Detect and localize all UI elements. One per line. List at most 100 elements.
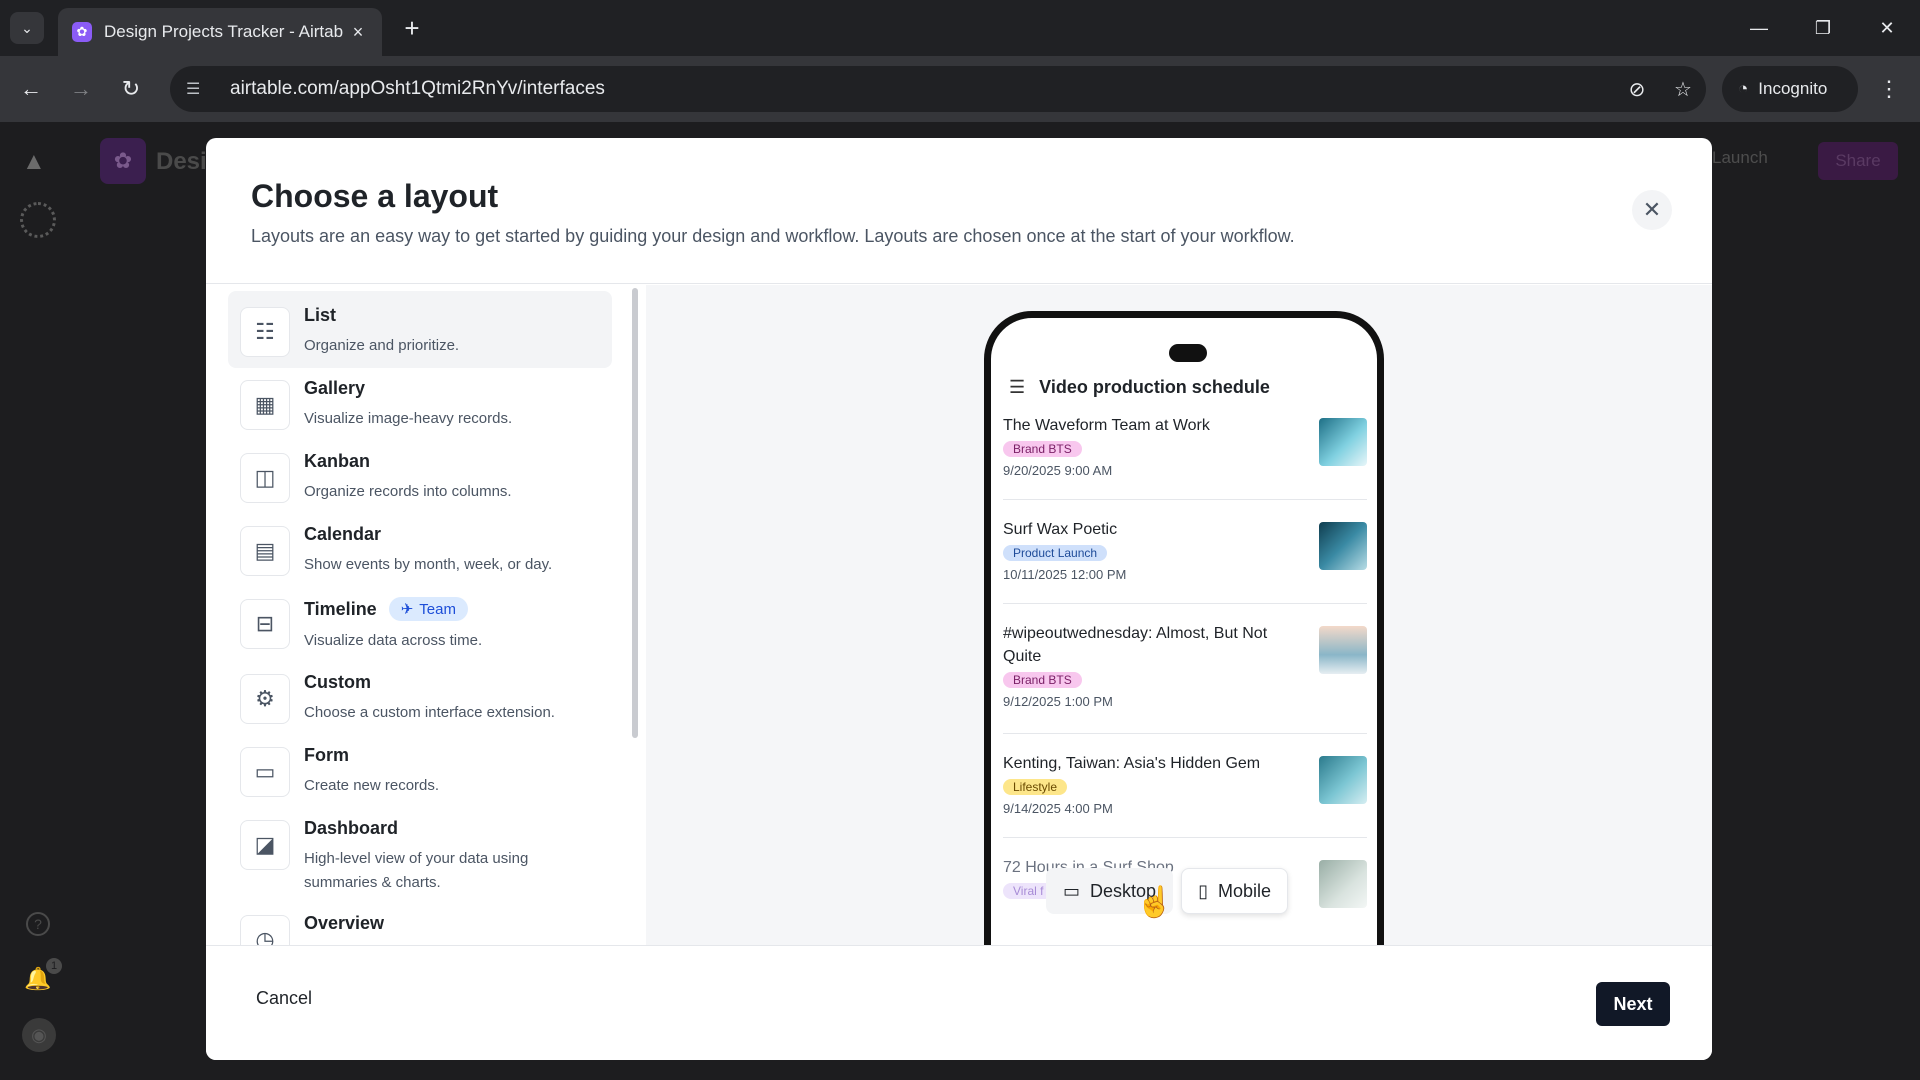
record-thumbnail — [1319, 626, 1367, 674]
gear-icon: ⚙ — [240, 674, 290, 724]
list-icon: ☷ — [240, 307, 290, 357]
layout-option-overview[interactable]: ◷ Overview — [228, 899, 612, 945]
browser-toolbar: ← → ↻ ☰ airtable.com/appOsht1Qtmi2RnYv/i… — [0, 56, 1920, 122]
close-window-button[interactable]: ✕ — [1862, 10, 1912, 46]
layout-option-description: Show events by month, week, or day. — [304, 556, 553, 573]
back-button[interactable]: ← — [14, 72, 48, 106]
list-item: Kenting, Taiwan: Asia's Hidden Gem Lifes… — [1003, 742, 1367, 838]
more-vertical-icon: ⋮ — [1878, 76, 1900, 101]
minimize-button[interactable]: — — [1734, 10, 1784, 46]
layout-option-description: Visualize image-heavy records. — [304, 410, 513, 427]
record-tag: Lifestyle — [1003, 779, 1068, 795]
list-item: #wipeoutwednesday: Almost, But Not Quite… — [1003, 612, 1367, 734]
layout-option-gallery[interactable]: ▦ Gallery Visualize image-heavy records. — [228, 364, 612, 441]
forward-button[interactable]: → — [64, 72, 98, 106]
new-tab-button[interactable]: + — [396, 12, 428, 44]
mobile-preview-button[interactable]: ▯ Mobile — [1181, 868, 1288, 914]
cancel-button[interactable]: Cancel — [256, 988, 312, 1009]
layout-option-title: Custom — [304, 672, 371, 692]
incognito-icon: ◔ — [1738, 79, 1749, 98]
layout-option-title: Calendar — [304, 524, 382, 544]
layout-option-title: Timeline — [304, 598, 377, 619]
close-tab-icon[interactable]: × — [348, 22, 368, 43]
record-title: #wipeoutwednesday: Almost, But Not Quite — [1003, 625, 1268, 665]
modal-close-button[interactable]: ✕ — [1632, 190, 1672, 230]
record-tag: Brand BTS — [1003, 441, 1082, 457]
base-name: Desi — [156, 148, 207, 175]
avatar: ◉ — [22, 1018, 56, 1052]
close-icon: ✕ — [1642, 197, 1662, 222]
mobile-label: Mobile — [1217, 880, 1271, 901]
star-icon[interactable]: ☆ — [1660, 77, 1706, 102]
gallery-icon: ▦ — [240, 380, 290, 430]
hand-cursor-icon: ☝ — [1136, 886, 1174, 919]
record-date: 10/11/2025 12:00 PM — [1003, 567, 1127, 582]
address-bar[interactable]: ☰ airtable.com/appOsht1Qtmi2RnYv/interfa… — [170, 66, 1706, 112]
phone-icon: ▯ — [1198, 880, 1208, 901]
layout-option-title: Gallery — [304, 378, 366, 398]
layout-option-list[interactable]: ☷ List Organize and prioritize. — [228, 291, 612, 368]
phone-mockup: ☰ Video production schedule The Waveform… — [984, 311, 1384, 945]
layout-list: ☷ List Organize and prioritize. ▦ Galler… — [206, 285, 646, 945]
record-thumbnail — [1319, 418, 1367, 466]
url-text[interactable]: airtable.com/appOsht1Qtmi2RnYv/interface… — [230, 78, 1614, 100]
layout-option-calendar[interactable]: ▤ Calendar Show events by month, week, o… — [228, 510, 612, 587]
layout-option-timeline[interactable]: ⊟ Timeline ✈ Team Visualize data across … — [228, 583, 612, 663]
choose-layout-modal: Choose a layout Layouts are an easy way … — [206, 138, 1712, 1060]
record-tag: Brand BTS — [1003, 672, 1082, 688]
eye-slash-icon[interactable]: ⊘ — [1614, 77, 1660, 102]
calendar-icon: ▤ — [240, 526, 290, 576]
site-info-icon[interactable]: ☰ — [186, 79, 210, 99]
rocket-icon: ✈ — [400, 601, 414, 618]
modal-title: Choose a layout — [251, 178, 499, 214]
airtable-favicon-icon: ✿ — [72, 22, 92, 42]
layout-option-description: Visualize data across time. — [304, 632, 483, 649]
incognito-indicator[interactable]: ◔ Incognito — [1722, 66, 1858, 112]
next-button[interactable]: Next — [1596, 982, 1670, 1026]
record-thumbnail — [1319, 522, 1367, 570]
kanban-icon: ◫ — [240, 453, 290, 503]
layout-option-title: Dashboard — [304, 818, 399, 838]
browser-menu-button[interactable]: ⋮ — [1874, 72, 1904, 106]
layout-option-description: Create new records. — [304, 777, 440, 794]
tab-search-button[interactable]: ⌄ — [10, 12, 44, 44]
chevron-down-icon: ⌄ — [21, 19, 33, 36]
layout-option-description: Choose a custom interface extension. — [304, 704, 555, 721]
browser-tab-active[interactable]: ✿ Design Projects Tracker - Airtab × — [58, 8, 382, 56]
phone-notch — [1169, 344, 1207, 362]
airtable-logo-icon: ▲ — [22, 148, 46, 175]
layout-option-kanban[interactable]: ◫ Kanban Organize records into columns. — [228, 437, 612, 514]
list-item: The Waveform Team at Work Brand BTS 9/20… — [1003, 404, 1367, 500]
record-tag: Product Launch — [1003, 545, 1108, 561]
help-icon: ? — [26, 912, 50, 936]
layout-option-dashboard[interactable]: ◪ Dashboard High-level view of your data… — [228, 804, 612, 905]
restore-button[interactable]: ❐ — [1798, 10, 1848, 46]
record-thumbnail — [1319, 756, 1367, 804]
record-title: Surf Wax Poetic — [1003, 521, 1118, 538]
layout-option-custom[interactable]: ⚙ Custom Choose a custom interface exten… — [228, 658, 612, 735]
record-title: Kenting, Taiwan: Asia's Hidden Gem — [1003, 755, 1261, 772]
reload-button[interactable]: ↻ — [114, 72, 148, 106]
form-icon: ▭ — [240, 747, 290, 797]
team-plan-badge: ✈ Team — [388, 597, 468, 621]
layout-preview-panel: ☰ Video production schedule The Waveform… — [646, 285, 1712, 945]
tab-title: Design Projects Tracker - Airtab — [104, 22, 344, 41]
layout-option-title: Form — [304, 745, 349, 765]
share-button: Share — [1818, 142, 1898, 180]
modal-footer: Cancel Next — [206, 945, 1712, 1060]
hamburger-menu-icon: ☰ — [1009, 376, 1026, 397]
monitor-icon: ▭ — [1063, 880, 1081, 901]
modal-header: Choose a layout Layouts are an easy way … — [206, 138, 1712, 284]
browser-tabbar: ⌄ ✿ Design Projects Tracker - Airtab × +… — [0, 0, 1920, 56]
notification-badge: 1 — [46, 958, 62, 974]
phone-title: Video production schedule — [1039, 376, 1270, 397]
overview-icon: ◷ — [240, 915, 290, 945]
record-title: The Waveform Team at Work — [1003, 417, 1210, 434]
layout-list-scrollbar[interactable] — [632, 288, 638, 738]
layout-option-form[interactable]: ▭ Form Create new records. — [228, 731, 612, 808]
arrow-left-icon: ← — [20, 76, 42, 101]
record-thumbnail — [1319, 860, 1367, 908]
record-date: 9/20/2025 9:00 AM — [1003, 463, 1113, 478]
chart-icon: ◪ — [240, 820, 290, 870]
layout-option-title: Kanban — [304, 451, 371, 471]
